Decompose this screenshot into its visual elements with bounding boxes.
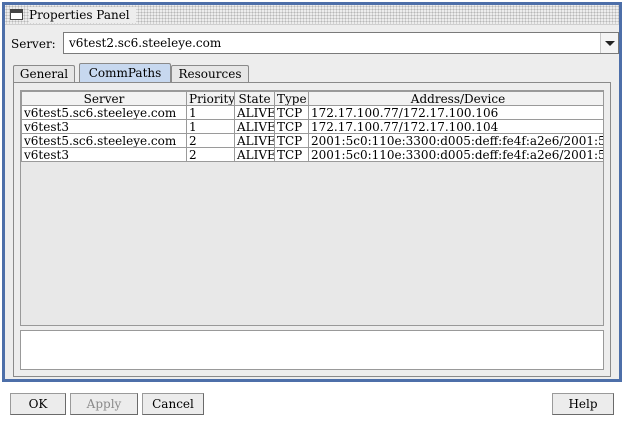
commpaths-panel: Server Priority State Type Address/Devic…: [13, 82, 611, 377]
cell-server: v6test3: [21, 147, 187, 162]
cell-state: ALIVE: [234, 105, 275, 120]
column-header-type[interactable]: Type: [274, 91, 309, 106]
details-area: [20, 330, 604, 370]
column-header-address[interactable]: Address/Device: [308, 91, 603, 106]
help-button[interactable]: Help: [552, 393, 614, 415]
title-bar[interactable]: Properties Panel: [5, 5, 619, 25]
column-header-server[interactable]: Server: [21, 91, 187, 106]
window-title: Properties Panel: [29, 7, 136, 23]
cell-address: 2001:5c0:110e:3300:d005:deff:fe4f:a2e6/2…: [308, 147, 603, 162]
cell-server: v6test5.sc6.steeleye.com: [21, 105, 187, 120]
window-icon: [10, 9, 23, 20]
cell-address: 172.17.100.77/172.17.100.106: [308, 105, 603, 120]
column-header-priority[interactable]: Priority: [186, 91, 235, 106]
cell-priority: 1: [186, 119, 235, 134]
tab-general[interactable]: General: [13, 65, 75, 83]
cell-type: TCP: [274, 119, 309, 134]
cell-priority: 1: [186, 105, 235, 120]
table-header-row: Server Priority State Type Address/Devic…: [21, 91, 603, 106]
cell-server: v6test5.sc6.steeleye.com: [21, 133, 187, 148]
cell-state: ALIVE: [234, 147, 275, 162]
cell-address: 2001:5c0:110e:3300:d005:deff:fe4f:a2e6/2…: [308, 133, 603, 148]
column-header-state[interactable]: State: [234, 91, 275, 106]
server-select-value: v6test2.sc6.steeleye.com: [69, 36, 222, 50]
tab-resources[interactable]: Resources: [171, 65, 249, 83]
apply-button[interactable]: Apply: [70, 393, 138, 415]
table-row[interactable]: v6test5.sc6.steeleye.com 1 ALIVE TCP 172…: [21, 105, 603, 120]
table-row[interactable]: v6test3 1 ALIVE TCP 172.17.100.77/172.17…: [21, 119, 603, 134]
cell-state: ALIVE: [234, 119, 275, 134]
cell-type: TCP: [274, 105, 309, 120]
properties-window: Properties Panel Server: v6test2.sc6.ste…: [2, 2, 622, 382]
ok-button[interactable]: OK: [10, 393, 66, 415]
table-row[interactable]: v6test5.sc6.steeleye.com 2 ALIVE TCP 200…: [21, 133, 603, 148]
cell-state: ALIVE: [234, 133, 275, 148]
commpaths-table[interactable]: Server Priority State Type Address/Devic…: [20, 90, 604, 326]
tab-commpaths[interactable]: CommPaths: [79, 63, 171, 83]
server-select[interactable]: v6test2.sc6.steeleye.com: [63, 32, 619, 54]
table-row[interactable]: v6test3 2 ALIVE TCP 2001:5c0:110e:3300:d…: [21, 147, 603, 162]
cell-type: TCP: [274, 133, 309, 148]
cell-priority: 2: [186, 133, 235, 148]
cancel-button[interactable]: Cancel: [142, 393, 204, 415]
cell-address: 172.17.100.77/172.17.100.104: [308, 119, 603, 134]
cell-server: v6test3: [21, 119, 187, 134]
cell-type: TCP: [274, 147, 309, 162]
cell-priority: 2: [186, 147, 235, 162]
chevron-down-icon[interactable]: [600, 33, 618, 53]
server-label: Server:: [11, 37, 56, 51]
